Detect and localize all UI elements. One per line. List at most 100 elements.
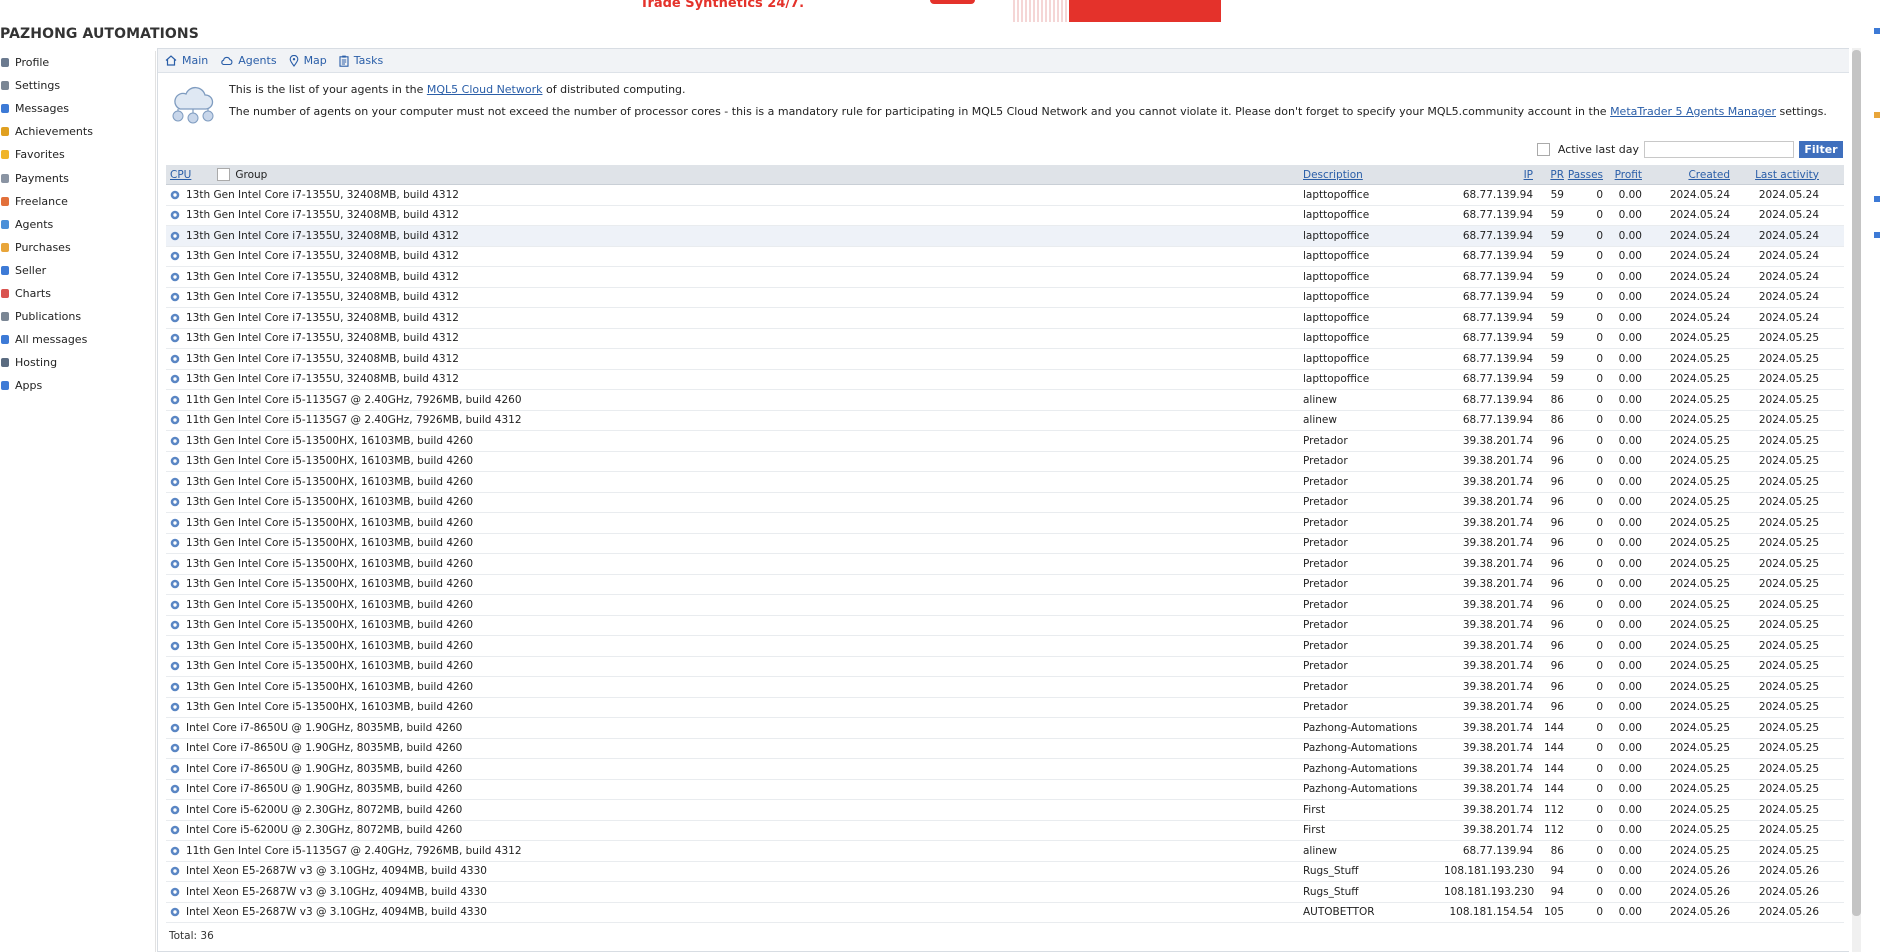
- mql5-cloud-network-link[interactable]: MQL5 Cloud Network: [427, 83, 543, 96]
- cpu-text: Intel Core i5-6200U @ 2.30GHz, 8072MB, b…: [186, 824, 463, 837]
- table-row[interactable]: 11th Gen Intel Core i5-1135G7 @ 2.40GHz,…: [166, 390, 1844, 411]
- tab-main[interactable]: Main: [165, 54, 208, 67]
- passes-cell: 0: [1596, 188, 1603, 201]
- table-row[interactable]: 13th Gen Intel Core i5-13500HX, 16103MB,…: [166, 677, 1844, 698]
- sidebar-item-freelance[interactable]: Freelance: [0, 190, 155, 213]
- sidebar-item-all-messages[interactable]: All messages: [0, 328, 155, 351]
- table-row[interactable]: 13th Gen Intel Core i7-1355U, 32408MB, b…: [166, 247, 1844, 267]
- table-row[interactable]: 13th Gen Intel Core i5-13500HX, 16103MB,…: [166, 452, 1844, 472]
- sidebar-item-favorites[interactable]: Favorites: [0, 143, 155, 166]
- table-row[interactable]: 13th Gen Intel Core i5-13500HX, 16103MB,…: [166, 698, 1844, 718]
- cpu-header[interactable]: CPU: [170, 169, 191, 181]
- sidebar-item-seller[interactable]: Seller: [0, 259, 155, 282]
- last-activity-cell: 2024.05.25: [1758, 332, 1819, 345]
- scrollbar-thumb[interactable]: [1852, 50, 1861, 916]
- passes-header[interactable]: Passes: [1568, 169, 1603, 181]
- table-row[interactable]: Intel Core i5-6200U @ 2.30GHz, 8072MB, b…: [166, 821, 1844, 841]
- filter-input[interactable]: [1644, 141, 1794, 158]
- table-row[interactable]: 13th Gen Intel Core i7-1355U, 32408MB, b…: [166, 288, 1844, 308]
- tab-agents[interactable]: Agents: [220, 54, 277, 67]
- ip-header[interactable]: IP: [1524, 169, 1533, 181]
- active-last-day-checkbox[interactable]: [1536, 143, 1550, 156]
- profit-cell: 0.00: [1618, 762, 1642, 775]
- created-cell: 2024.05.25: [1669, 557, 1730, 570]
- table-row[interactable]: 13th Gen Intel Core i5-13500HX, 16103MB,…: [166, 575, 1844, 595]
- description-cell: Pretador: [1303, 475, 1348, 488]
- last-activity-cell: 2024.05.25: [1758, 455, 1819, 468]
- agent-gear-icon: [170, 456, 180, 466]
- cpu-text: Intel Core i7-8650U @ 1.90GHz, 8035MB, b…: [186, 721, 463, 734]
- table-row[interactable]: 11th Gen Intel Core i5-1135G7 @ 2.40GHz,…: [166, 841, 1844, 862]
- table-row[interactable]: Intel Core i7-8650U @ 1.90GHz, 8035MB, b…: [166, 780, 1844, 800]
- active-last-day-label: Active last day: [1557, 143, 1639, 156]
- table-row[interactable]: Intel Xeon E5-2687W v3 @ 3.10GHz, 4094MB…: [166, 862, 1844, 882]
- sidebar-item-settings[interactable]: Settings: [0, 74, 155, 97]
- profit-header[interactable]: Profit: [1615, 169, 1642, 181]
- sidebar-item-purchases[interactable]: Purchases: [0, 236, 155, 259]
- table-row[interactable]: 13th Gen Intel Core i5-13500HX, 16103MB,…: [166, 472, 1844, 493]
- banner-cta-button[interactable]: [1069, 0, 1221, 22]
- sidebar-item-achievements[interactable]: Achievements: [0, 120, 155, 143]
- table-row[interactable]: 13th Gen Intel Core i7-1355U, 32408MB, b…: [166, 349, 1844, 370]
- sidebar-item-agents[interactable]: Agents: [0, 213, 155, 236]
- sidebar-item-messages[interactable]: Messages: [0, 97, 155, 120]
- sidebar-item-label: Hosting: [15, 356, 58, 370]
- pr-header[interactable]: PR: [1550, 169, 1564, 181]
- ip-cell: 39.38.201.74: [1462, 496, 1533, 509]
- pr-cell: 96: [1550, 537, 1564, 550]
- banner-text[interactable]: Trade Synthetics 24/7.: [640, 0, 804, 11]
- sidebar-item-apps[interactable]: Apps: [0, 374, 155, 397]
- table-row[interactable]: Intel Xeon E5-2687W v3 @ 3.10GHz, 4094MB…: [166, 882, 1844, 903]
- table-row[interactable]: 13th Gen Intel Core i7-1355U, 32408MB, b…: [166, 185, 1844, 206]
- profit-cell: 0.00: [1618, 496, 1642, 509]
- table-row[interactable]: 13th Gen Intel Core i5-13500HX, 16103MB,…: [166, 431, 1844, 452]
- group-checkbox[interactable]: [217, 168, 231, 181]
- banner-button[interactable]: [930, 0, 975, 4]
- last-activity-cell: 2024.05.25: [1758, 619, 1819, 632]
- last-activity-header[interactable]: Last activity: [1755, 169, 1819, 181]
- created-header[interactable]: Created: [1688, 169, 1730, 181]
- sidebar-item-charts[interactable]: Charts: [0, 282, 155, 305]
- passes-cell: 0: [1596, 865, 1603, 878]
- table-row[interactable]: 13th Gen Intel Core i5-13500HX, 16103MB,…: [166, 595, 1844, 616]
- tab-map[interactable]: Map: [289, 54, 327, 67]
- last-activity-cell: 2024.05.24: [1758, 188, 1819, 201]
- table-row[interactable]: 13th Gen Intel Core i5-13500HX, 16103MB,…: [166, 513, 1844, 534]
- table-row[interactable]: 13th Gen Intel Core i7-1355U, 32408MB, b…: [166, 329, 1844, 349]
- chat-icon: [1, 335, 9, 345]
- table-row[interactable]: 13th Gen Intel Core i7-1355U, 32408MB, b…: [166, 308, 1844, 329]
- table-row[interactable]: 13th Gen Intel Core i7-1355U, 32408MB, b…: [166, 206, 1844, 226]
- table-row[interactable]: 13th Gen Intel Core i5-13500HX, 16103MB,…: [166, 616, 1844, 636]
- table-row[interactable]: 13th Gen Intel Core i5-13500HX, 16103MB,…: [166, 493, 1844, 513]
- pr-cell: 96: [1550, 496, 1564, 509]
- description-header[interactable]: Description: [1303, 169, 1363, 181]
- table-body: 13th Gen Intel Core i7-1355U, 32408MB, b…: [166, 185, 1844, 923]
- tab-tasks[interactable]: Tasks: [339, 54, 383, 67]
- agents-manager-link[interactable]: MetaTrader 5 Agents Manager: [1610, 105, 1776, 118]
- table-row[interactable]: 13th Gen Intel Core i7-1355U, 32408MB, b…: [166, 370, 1844, 390]
- table-row[interactable]: 13th Gen Intel Core i5-13500HX, 16103MB,…: [166, 657, 1844, 677]
- table-row[interactable]: 13th Gen Intel Core i5-13500HX, 16103MB,…: [166, 554, 1844, 575]
- agent-gear-icon: [170, 600, 180, 610]
- sidebar-item-profile[interactable]: Profile: [0, 51, 155, 74]
- banner-image[interactable]: [1013, 0, 1221, 22]
- group-toggle[interactable]: Group: [217, 168, 267, 181]
- cpu-text: 13th Gen Intel Core i5-13500HX, 16103MB,…: [186, 557, 474, 570]
- profit-cell: 0.00: [1618, 598, 1642, 611]
- agent-gear-icon: [170, 313, 180, 323]
- table-row[interactable]: Intel Core i7-8650U @ 1.90GHz, 8035MB, b…: [166, 759, 1844, 780]
- sidebar-item-hosting[interactable]: Hosting: [0, 351, 155, 374]
- table-row[interactable]: Intel Xeon E5-2687W v3 @ 3.10GHz, 4094MB…: [166, 903, 1844, 923]
- table-row[interactable]: 13th Gen Intel Core i5-13500HX, 16103MB,…: [166, 636, 1844, 657]
- table-row[interactable]: 11th Gen Intel Core i5-1135G7 @ 2.40GHz,…: [166, 411, 1844, 431]
- table-row[interactable]: 13th Gen Intel Core i7-1355U, 32408MB, b…: [166, 267, 1844, 288]
- table-row[interactable]: Intel Core i7-8650U @ 1.90GHz, 8035MB, b…: [166, 739, 1844, 759]
- ip-cell: 39.38.201.74: [1462, 619, 1533, 632]
- table-row[interactable]: Intel Core i7-8650U @ 1.90GHz, 8035MB, b…: [166, 718, 1844, 739]
- table-row[interactable]: 13th Gen Intel Core i7-1355U, 32408MB, b…: [166, 226, 1844, 247]
- sidebar-item-payments[interactable]: Payments: [0, 166, 155, 189]
- table-row[interactable]: 13th Gen Intel Core i5-13500HX, 16103MB,…: [166, 534, 1844, 554]
- sidebar-item-publications[interactable]: Publications: [0, 305, 155, 328]
- table-row[interactable]: Intel Core i5-6200U @ 2.30GHz, 8072MB, b…: [166, 800, 1844, 821]
- filter-button[interactable]: Filter: [1799, 141, 1843, 158]
